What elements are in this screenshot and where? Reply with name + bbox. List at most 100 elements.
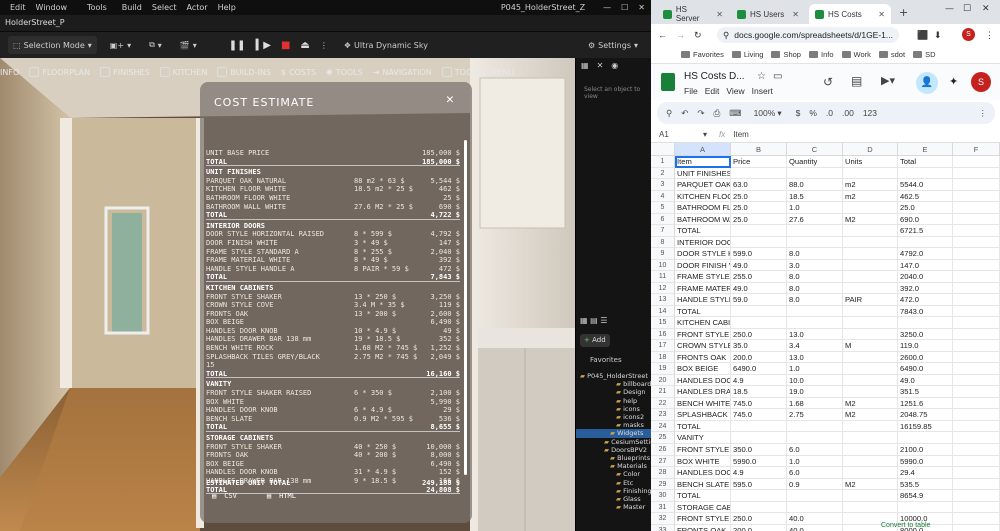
cinematics-button[interactable]: 🎬 ▾ <box>175 36 202 54</box>
close-tab-icon[interactable]: ✕ <box>792 10 799 19</box>
sheet-cell[interactable] <box>843 374 898 387</box>
sheet-cell[interactable] <box>953 202 1000 214</box>
sheet-cell[interactable] <box>843 225 898 237</box>
sheet-cell[interactable] <box>843 351 898 364</box>
menu-actor[interactable]: Actor <box>187 3 208 12</box>
row-header[interactable]: 15 <box>651 317 675 329</box>
sheet-cell[interactable]: TOTAL <box>675 490 731 502</box>
sheet-cell[interactable]: 2100.0 <box>898 444 953 456</box>
row-header[interactable]: 28 <box>651 467 675 479</box>
sheet-cell[interactable] <box>843 305 898 318</box>
row-header[interactable]: 27 <box>651 455 675 468</box>
world-icon[interactable]: ◉ <box>611 61 618 71</box>
sheet-cell[interactable]: 13.0 <box>787 328 843 341</box>
menu-insert[interactable]: Insert <box>752 86 773 96</box>
content-folder-item[interactable]: ▰ DoorsBPV2 <box>576 446 651 454</box>
sheet-cell[interactable] <box>843 317 898 329</box>
sheet-cell[interactable]: DOOR STYLE H <box>675 248 731 260</box>
sheet-cell[interactable]: 599.0 <box>731 248 787 260</box>
nav-toggle-menu[interactable]: TOGGLE MENU <box>441 67 514 77</box>
add-button[interactable]: + Add <box>580 334 610 347</box>
sheet-cell[interactable]: 49.0 <box>731 282 787 295</box>
sheet-cell[interactable]: 25.0 <box>731 202 787 214</box>
sheet-cell[interactable]: HANDLES DRA <box>675 386 731 398</box>
step-button[interactable]: ▍▶ <box>251 36 276 54</box>
tab-hs-costs[interactable]: HS Costs ✕ <box>809 4 891 24</box>
sheet-cell[interactable] <box>787 167 843 180</box>
sheet-cell[interactable]: 2048.75 <box>898 409 953 421</box>
paint-format-icon[interactable]: ⌨ <box>729 108 741 119</box>
csv-icon[interactable]: ▤ <box>212 492 216 500</box>
sheet-cell[interactable] <box>953 363 1000 375</box>
sheet-cell[interactable] <box>731 432 787 444</box>
menu-select[interactable]: Select <box>152 3 177 12</box>
row-header[interactable]: 18 <box>651 351 675 364</box>
sheet-cell[interactable]: 462.5 <box>898 190 953 203</box>
sheet-cell[interactable]: 119.0 <box>898 340 953 352</box>
html-button[interactable]: HTML <box>279 492 296 500</box>
sheet-cell[interactable]: m2 <box>843 179 898 191</box>
content-folder-item[interactable]: ▰ Widgets <box>576 429 651 438</box>
sheet-cell[interactable]: 6490.0 <box>731 363 787 375</box>
sheet-cell[interactable] <box>843 501 898 514</box>
content-folder-item[interactable]: ▰ Color <box>576 470 651 478</box>
menu-build[interactable]: Build <box>122 3 142 12</box>
sheet-cell[interactable]: Item <box>675 156 731 168</box>
row-header[interactable]: 26 <box>651 444 675 456</box>
row-header[interactable]: 13 <box>651 294 675 306</box>
sheet-cell[interactable] <box>953 167 1000 180</box>
row-header[interactable]: 3 <box>651 179 675 191</box>
sheet-cell[interactable] <box>787 432 843 444</box>
row-header[interactable]: 33 <box>651 524 675 531</box>
sheet-cell[interactable] <box>953 213 1000 226</box>
sheet-cell[interactable]: 13.0 <box>787 351 843 364</box>
sheet-cell[interactable]: 690.0 <box>898 213 953 226</box>
column-header[interactable]: F <box>953 143 1000 156</box>
row-header[interactable]: 24 <box>651 420 675 433</box>
row-header[interactable]: 9 <box>651 248 675 260</box>
sheets-logo-icon[interactable] <box>661 73 675 91</box>
sheet-cell[interactable] <box>953 467 1000 479</box>
content-folder-item[interactable]: ▰ Master <box>576 503 651 511</box>
sheet-cell[interactable]: 1.0 <box>787 202 843 214</box>
sheet-cell[interactable]: BATHROOM FL <box>675 202 731 214</box>
sheet-cell[interactable] <box>787 420 843 433</box>
row-header[interactable]: 8 <box>651 236 675 249</box>
bookmark-work[interactable]: Work <box>841 50 871 59</box>
account-avatar[interactable]: S <box>971 72 991 92</box>
share-button[interactable]: 👤 <box>916 72 938 94</box>
content-folder-item[interactable]: ▰ Design <box>576 388 651 396</box>
profile-avatar[interactable]: S <box>962 28 975 41</box>
level-viewport[interactable]: INFO FLOORPLAN FINISHES KITCHEN BUILD-IN… <box>0 58 575 531</box>
sheet-cell[interactable]: 8.0 <box>787 248 843 260</box>
row-header[interactable]: 7 <box>651 225 675 237</box>
sheet-cell[interactable] <box>953 409 1000 421</box>
sheet-cell[interactable]: FRONT STYLE <box>675 444 731 456</box>
forward-icon[interactable]: → <box>676 30 685 40</box>
move-icon[interactable]: ▭ <box>773 71 782 82</box>
sheet-cell[interactable] <box>843 167 898 180</box>
sheet-cell[interactable]: PAIR <box>843 294 898 306</box>
content-folder-item[interactable]: ▰ masks <box>576 421 651 429</box>
nav-build-ins[interactable]: BUILD-INS <box>217 67 271 77</box>
sheet-cell[interactable]: DOOR FINISH V <box>675 259 731 272</box>
sheet-cell[interactable]: HANDLES DOO <box>675 374 731 387</box>
sheet-cell[interactable]: PARQUET OAK <box>675 179 731 191</box>
sheet-cell[interactable]: TOTAL <box>675 225 731 237</box>
content-folder-item[interactable]: ▰ P045_HolderStreet <box>576 372 651 380</box>
sheet-cell[interactable] <box>731 490 787 502</box>
row-header[interactable]: 29 <box>651 478 675 491</box>
row-header[interactable]: 20 <box>651 374 675 387</box>
print-icon[interactable]: ⎙ <box>713 108 720 119</box>
row-header[interactable]: 23 <box>651 409 675 421</box>
close-tab-icon[interactable]: ✕ <box>878 10 885 19</box>
sheet-cell[interactable]: M2 <box>843 397 898 410</box>
bookmark-living[interactable]: Living <box>731 50 763 59</box>
sheet-cell[interactable] <box>787 501 843 514</box>
sheet-cell[interactable]: VANITY <box>675 432 731 444</box>
bookmark-sd[interactable]: SD <box>913 50 935 59</box>
sheet-cell[interactable] <box>953 478 1000 491</box>
search-menu-icon[interactable]: ⚲ <box>666 108 672 119</box>
sheet-cell[interactable]: M2 <box>843 478 898 491</box>
convert-to-table-chip[interactable]: Convert to table <box>881 522 930 529</box>
